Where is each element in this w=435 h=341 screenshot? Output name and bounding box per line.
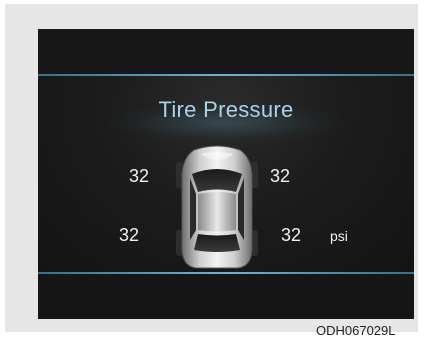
car-top-view-icon xyxy=(176,145,258,269)
figure-code: ODH067029L xyxy=(316,323,396,338)
screen-title: Tire Pressure xyxy=(158,97,294,122)
front-left-pressure: 32 xyxy=(129,166,150,186)
front-right-pressure: 32 xyxy=(270,166,291,186)
bottom-divider xyxy=(38,272,414,274)
rear-right-pressure: 32 xyxy=(281,225,302,245)
pressure-unit: psi xyxy=(330,228,348,244)
page: Tire Pressure 32 32 32 32 psi ODH067029L xyxy=(0,0,435,341)
display-header-band xyxy=(38,29,414,74)
cluster-display: Tire Pressure 32 32 32 32 psi xyxy=(38,29,414,319)
rear-left-pressure: 32 xyxy=(119,225,140,245)
